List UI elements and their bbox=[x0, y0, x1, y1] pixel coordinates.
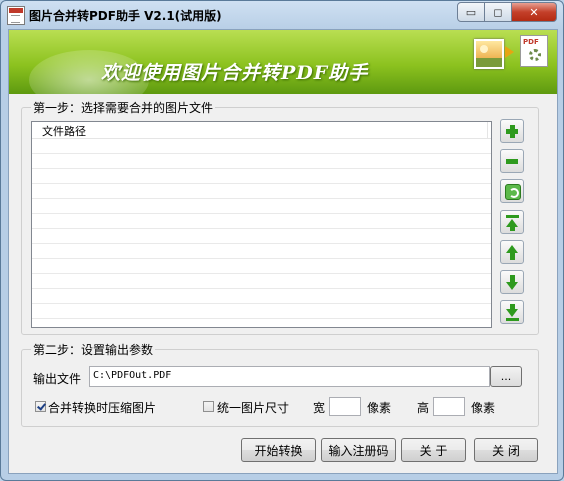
move-up-button[interactable] bbox=[500, 240, 524, 264]
file-list-header: 文件路径 bbox=[32, 122, 491, 139]
add-file-button[interactable] bbox=[500, 119, 524, 143]
height-unit-label: 像素 bbox=[471, 401, 496, 415]
client-area: 欢迎使用图片合并转PDF助手 PDF 第一步：选择需要合并的图片文件 文件路径 bbox=[8, 29, 558, 474]
clear-list-button[interactable] bbox=[500, 179, 524, 203]
width-unit-label: 像素 bbox=[367, 401, 392, 415]
maximize-icon: ◻ bbox=[493, 5, 503, 19]
banner-text: 欢迎使用图片合并转PDF助手 bbox=[101, 62, 369, 84]
enter-registration-code-button[interactable]: 输入注册码 bbox=[321, 438, 396, 462]
start-convert-label: 开始转换 bbox=[254, 443, 303, 458]
arrow-icon bbox=[505, 46, 514, 58]
start-convert-button[interactable]: 开始转换 bbox=[241, 438, 316, 462]
height-input[interactable] bbox=[433, 397, 465, 416]
about-label: 关 于 bbox=[419, 443, 448, 458]
minimize-icon: ▭ bbox=[465, 5, 477, 19]
enter-registration-code-label: 输入注册码 bbox=[328, 443, 389, 458]
move-top-button[interactable] bbox=[500, 210, 524, 234]
move-bottom-button[interactable] bbox=[500, 300, 524, 324]
compress-images-label[interactable]: 合并转换时压缩图片 bbox=[48, 399, 156, 416]
width-label: 宽 bbox=[313, 401, 326, 415]
remove-file-button[interactable] bbox=[500, 149, 524, 173]
unify-size-label[interactable]: 统一图片尺寸 bbox=[217, 399, 289, 416]
maximize-button[interactable]: ◻ bbox=[485, 2, 512, 22]
close-label: 关 闭 bbox=[492, 443, 520, 458]
app-icon bbox=[7, 6, 25, 25]
file-list-rows[interactable] bbox=[32, 139, 491, 327]
height-label: 高 bbox=[417, 401, 430, 415]
output-file-label: 输出文件 bbox=[33, 372, 82, 386]
column-header-file-path[interactable]: 文件路径 bbox=[42, 123, 86, 139]
title-bar: 图片合并转PDF助手 V2.1(试用版) ▭ ◻ ✕ bbox=[1, 1, 563, 28]
pdf-gear-icon: PDF bbox=[520, 35, 548, 67]
step1-legend: 第一步：选择需要合并的图片文件 bbox=[31, 99, 216, 116]
move-down-button[interactable] bbox=[500, 270, 524, 294]
image-icon bbox=[474, 39, 504, 69]
about-button[interactable]: 关 于 bbox=[401, 438, 466, 462]
step2-legend: 第二步：设置输出参数 bbox=[31, 341, 156, 358]
browse-button[interactable]: ... bbox=[490, 366, 522, 387]
output-file-input[interactable]: C:\PDFOut.PDF bbox=[89, 366, 490, 387]
close-window-button[interactable]: ✕ bbox=[512, 2, 557, 22]
window-title: 图片合并转PDF助手 V2.1(试用版) bbox=[29, 9, 222, 23]
app-window: 图片合并转PDF助手 V2.1(试用版) ▭ ◻ ✕ 欢迎使用图片合并转PDF助… bbox=[0, 0, 564, 481]
file-list[interactable]: 文件路径 bbox=[31, 121, 492, 328]
close-icon: ✕ bbox=[529, 5, 539, 19]
width-input[interactable] bbox=[329, 397, 361, 416]
unify-size-checkbox[interactable] bbox=[203, 401, 214, 412]
banner: 欢迎使用图片合并转PDF助手 PDF bbox=[9, 30, 557, 94]
close-button[interactable]: 关 闭 bbox=[474, 438, 538, 462]
minimize-button[interactable]: ▭ bbox=[457, 2, 485, 22]
compress-images-checkbox[interactable] bbox=[35, 401, 46, 412]
